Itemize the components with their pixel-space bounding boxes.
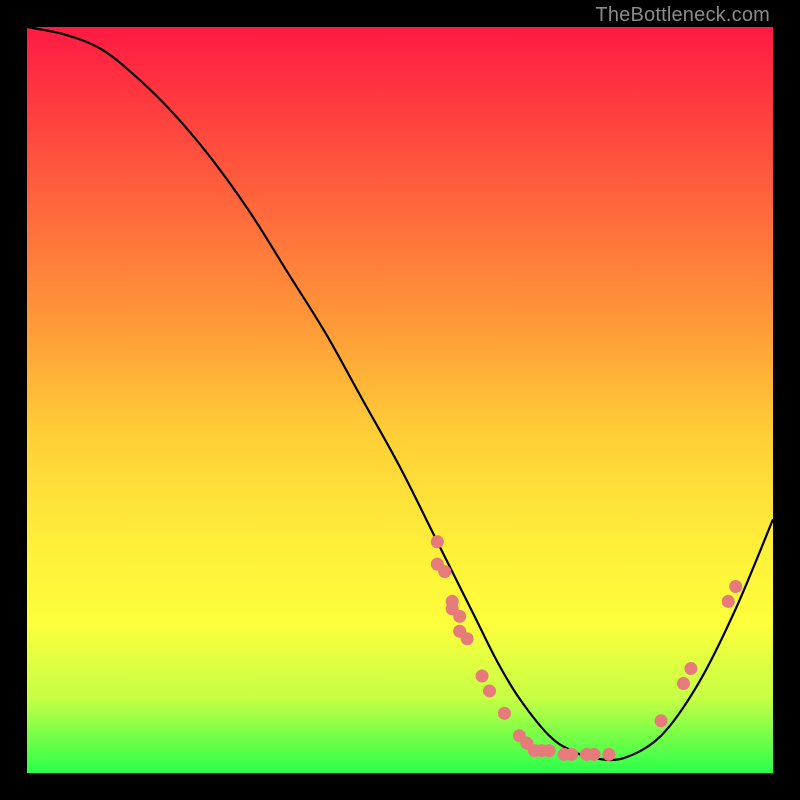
data-marker: [431, 535, 444, 548]
data-marker: [476, 670, 489, 683]
data-marker: [498, 707, 511, 720]
data-marker: [461, 632, 474, 645]
data-marker: [438, 565, 451, 578]
data-marker: [587, 748, 600, 761]
data-marker: [483, 684, 496, 697]
data-marker: [565, 748, 578, 761]
data-marker: [684, 662, 697, 675]
data-marker: [543, 744, 556, 757]
data-marker: [729, 580, 742, 593]
curve-layer: [0, 0, 800, 800]
data-marker: [722, 595, 735, 608]
bottleneck-curve: [27, 27, 773, 760]
data-marker: [655, 714, 668, 727]
chart-stage: TheBottleneck.com: [0, 0, 800, 800]
data-marker: [602, 748, 615, 761]
data-marker: [677, 677, 690, 690]
data-marker: [453, 610, 466, 623]
watermark-label: TheBottleneck.com: [595, 4, 770, 27]
